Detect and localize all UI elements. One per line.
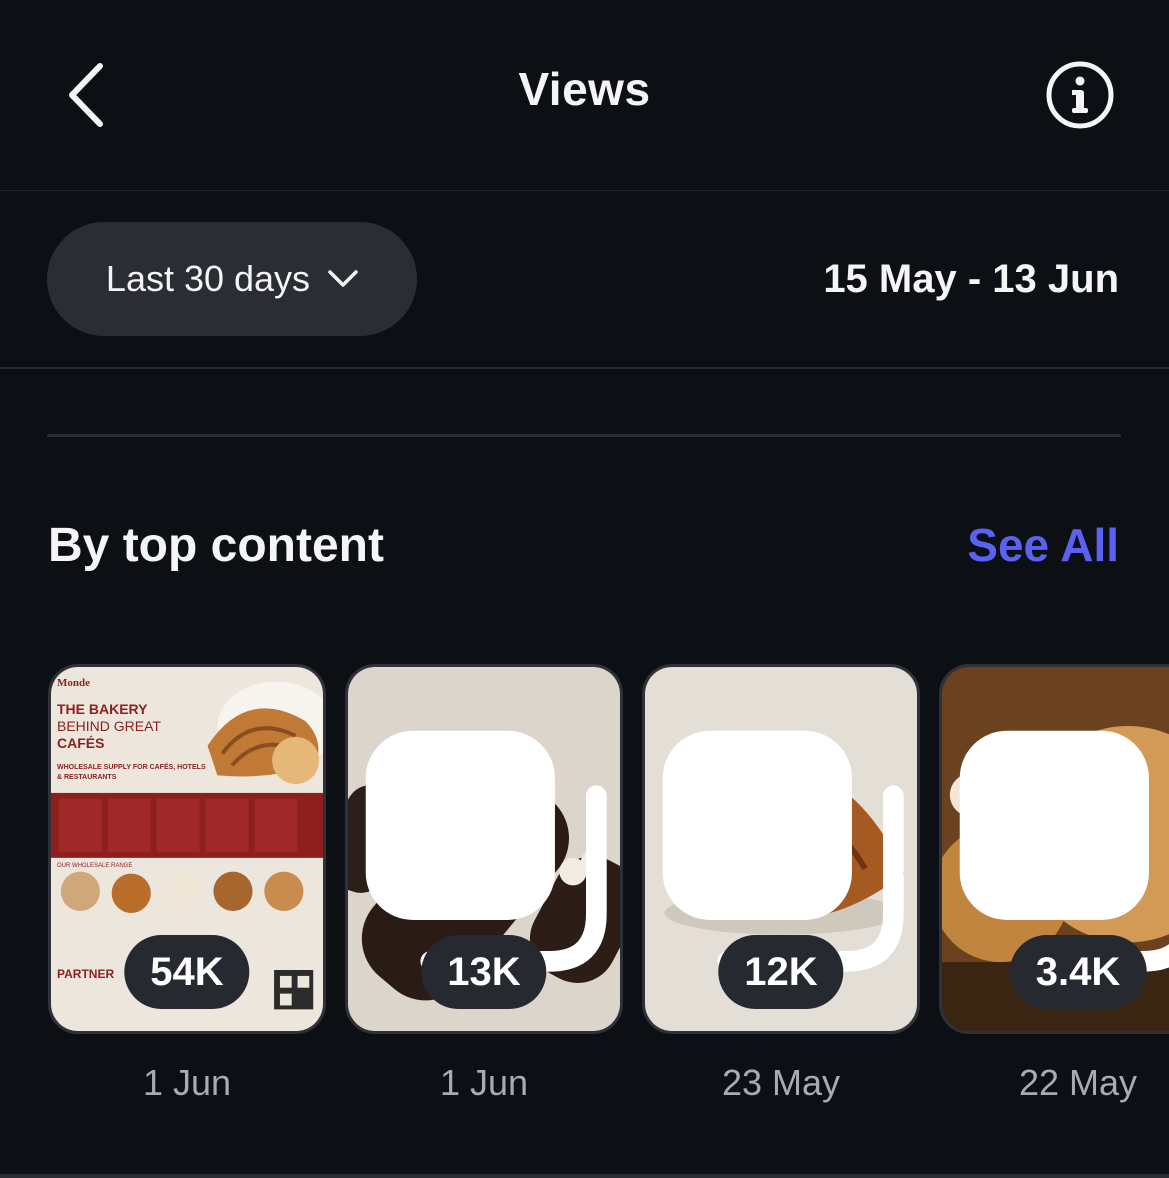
section-divider	[47, 434, 1121, 437]
flyer-heading-line: THE BAKERY	[57, 701, 148, 717]
views-badge: 54K	[124, 935, 250, 1009]
content-card[interactable]: 3.4K 22 May	[939, 664, 1169, 1104]
chevron-down-icon	[328, 270, 358, 287]
content-date: 22 May	[1018, 1062, 1138, 1103]
flyer-heading: THE BAKERY BEHIND GREAT CAFÉS	[57, 701, 161, 752]
content-card[interactable]: 12K 23 May	[642, 664, 920, 1104]
section-title: By top content	[48, 519, 384, 572]
filter-row: Last 30 days 15 May - 13 Jun	[0, 191, 1169, 369]
info-button[interactable]	[1045, 60, 1115, 130]
flyer-partner-label: PARTNER	[57, 967, 115, 981]
content-date: 1 Jun	[439, 1062, 529, 1103]
bottom-divider	[0, 1174, 1169, 1178]
views-badge: 3.4K	[1009, 935, 1147, 1009]
flyer-heading-line: CAFÉS	[57, 735, 105, 751]
content-thumbnail[interactable]: 3.4K	[939, 664, 1169, 1034]
top-bar: Views	[0, 0, 1169, 191]
content-thumbnail[interactable]: 13K	[345, 664, 623, 1034]
content-card[interactable]: 13K 1 Jun	[345, 664, 623, 1104]
flyer-subtitle: WHOLESALE SUPPLY FOR CAFÉS, HOTELS & RES…	[57, 764, 206, 781]
flyer-heading-line: BEHIND GREAT	[57, 718, 161, 734]
page-title: Views	[518, 63, 651, 115]
content-thumbnail[interactable]: Monde THE BAKERY BEHIND GREAT CAFÉS WHOL…	[48, 664, 326, 1034]
content-card[interactable]: Monde THE BAKERY BEHIND GREAT CAFÉS WHOL…	[48, 664, 326, 1104]
flyer-brand: Monde	[57, 677, 90, 689]
views-badge: 12K	[718, 935, 844, 1009]
date-range-text: 15 May - 13 Jun	[823, 257, 1119, 301]
content-date: 23 May	[721, 1062, 841, 1103]
date-range-dropdown[interactable]: Last 30 days	[47, 222, 417, 336]
see-all-link[interactable]: See All	[967, 518, 1119, 572]
info-icon	[1046, 61, 1114, 129]
top-content-carousel: Monde THE BAKERY BEHIND GREAT CAFÉS WHOL…	[0, 664, 1169, 1124]
content-thumbnail[interactable]: 12K	[642, 664, 920, 1034]
flyer-range-label: OUR WHOLESALE RANGE	[57, 863, 133, 869]
content-date: 1 Jun	[142, 1062, 232, 1103]
views-badge: 13K	[421, 935, 547, 1009]
date-range-dropdown-label: Last 30 days	[105, 258, 311, 299]
